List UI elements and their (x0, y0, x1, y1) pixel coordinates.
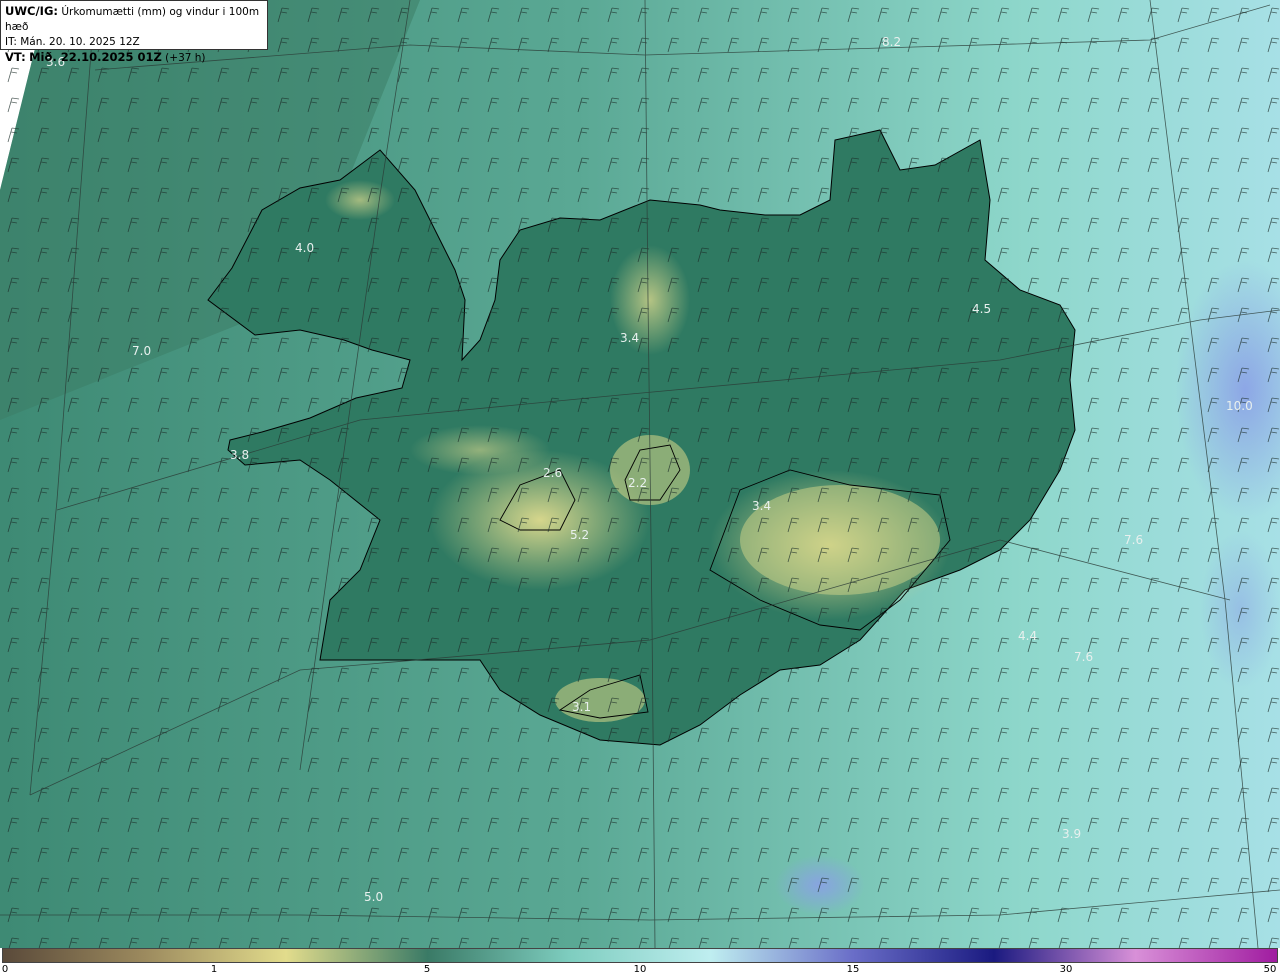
value-label: 3.1 (572, 700, 591, 714)
value-label: 4.5 (972, 302, 991, 316)
colorbar-tick: 1 (210, 964, 218, 975)
value-label: 3.4 (752, 499, 771, 513)
value-label: 7.0 (132, 344, 151, 358)
lead-time: (+37 h) (165, 52, 206, 64)
map-header: UWC/IG: Úrkomumætti (mm) og vindur i 100… (0, 0, 268, 64)
weather-map: 3.6 8.2 4.0 7.0 3.4 4.5 3.8 2.6 2.2 3.4 … (0, 0, 1280, 978)
valid-time-line: VT: Mið. 22.10.2025 01Z (+37 h) (5, 50, 263, 66)
value-label: 10.0 (1226, 399, 1253, 413)
map-title-line: UWC/IG: Úrkomumætti (mm) og vindur i 100… (5, 4, 263, 35)
colorbar-tick: 15 (846, 964, 860, 975)
colorbar-tick: 10 (633, 964, 647, 975)
valid-time: Mið. 22.10.2025 01Z (29, 50, 162, 64)
value-label: 3.9 (1062, 827, 1081, 841)
value-label: 3.8 (230, 448, 249, 462)
value-label: 4.0 (295, 241, 314, 255)
value-label: 2.6 (543, 466, 562, 480)
colorbar (2, 948, 1278, 963)
value-label: 8.2 (882, 35, 901, 49)
colorbar-tick: 30 (1059, 964, 1073, 975)
colorbar-tick: 0 (1, 964, 9, 975)
value-label: 7.6 (1074, 650, 1093, 664)
value-label: 5.2 (570, 528, 589, 542)
value-label: 2.2 (628, 476, 647, 490)
model-name: UWC/IG: (5, 4, 58, 18)
colorbar-tick: 5 (423, 964, 431, 975)
value-label: 4.4 (1018, 629, 1037, 643)
value-label: 7.6 (1124, 533, 1143, 547)
colorbar-tick: 50 (1263, 964, 1277, 975)
initial-time: IT: Mán. 20. 10. 2025 12Z (5, 36, 140, 48)
wind-barb-field (0, 0, 1280, 948)
valid-prefix: VT: (5, 50, 26, 64)
value-label: 5.0 (364, 890, 383, 904)
value-label: 3.4 (620, 331, 639, 345)
